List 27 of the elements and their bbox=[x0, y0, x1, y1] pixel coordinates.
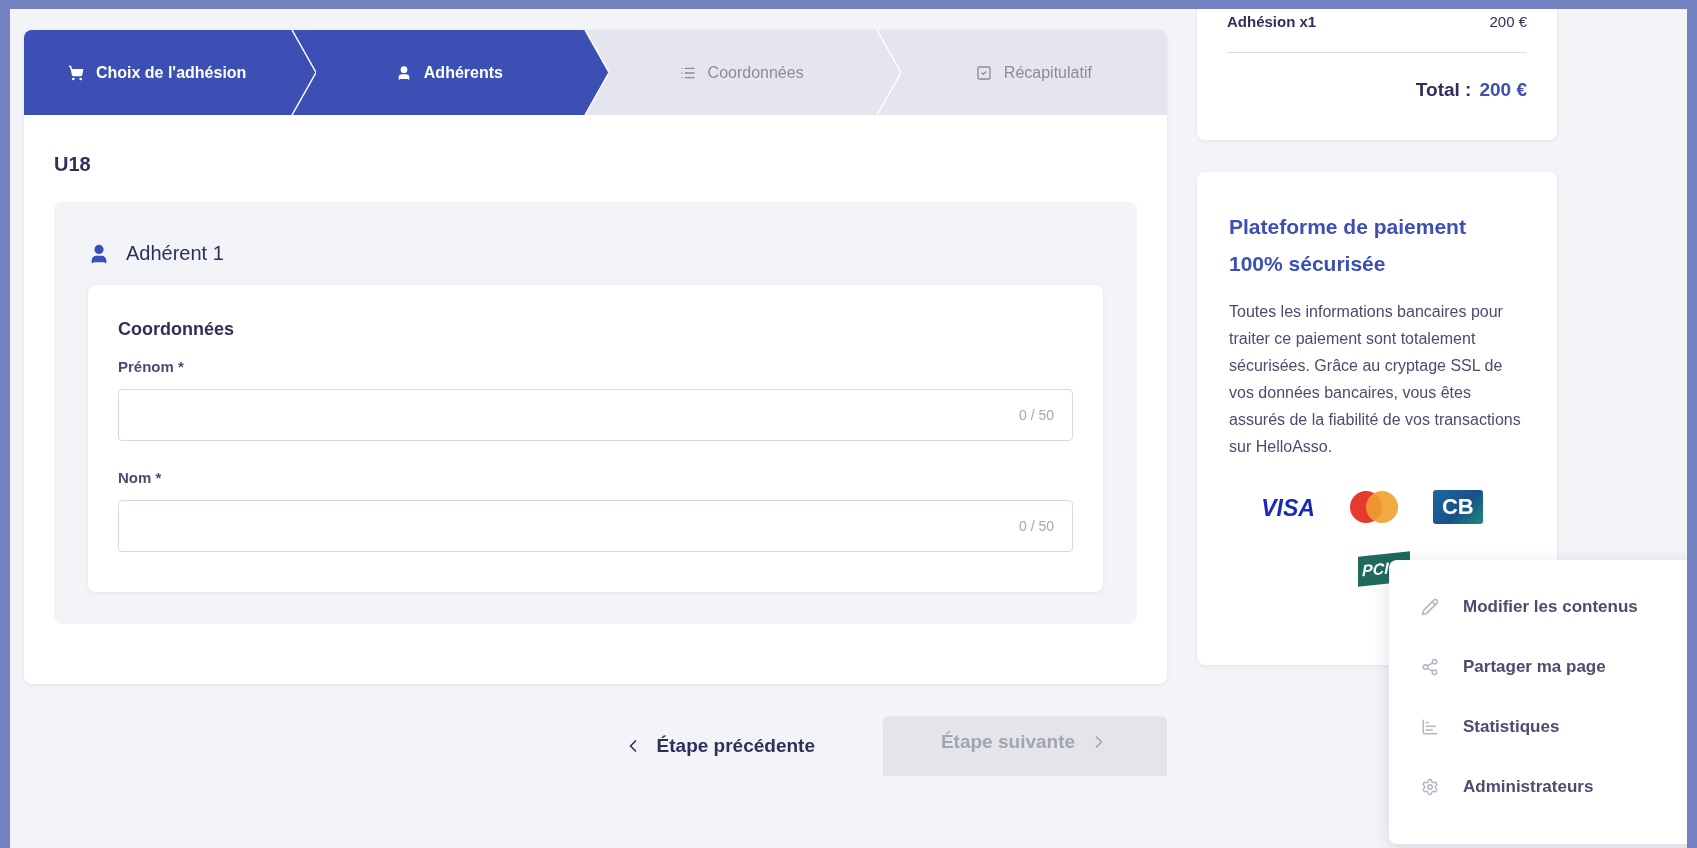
visa-logo: VISA bbox=[1261, 493, 1315, 523]
cart-icon bbox=[67, 64, 84, 81]
total-amount: 200 € bbox=[1479, 79, 1527, 101]
item-price: 200 € bbox=[1489, 13, 1527, 30]
menu-item[interactable]: Statistiques bbox=[1389, 697, 1687, 757]
cb-logo: CB bbox=[1432, 490, 1483, 524]
step-tab[interactable]: Choix de l'adhésion bbox=[24, 30, 291, 115]
security-title: Plateforme de paiement 100% sécurisée bbox=[1229, 214, 1467, 277]
pencil-icon bbox=[1421, 598, 1439, 616]
item-name: Adhésion x1 bbox=[1227, 13, 1317, 30]
char-counter: 0 / 50 bbox=[1018, 407, 1054, 423]
member-title: Adhérent 1 bbox=[126, 242, 224, 265]
previous-step-link[interactable]: Étape précédente bbox=[622, 735, 815, 757]
section-title: Coordonnées bbox=[118, 319, 235, 340]
tier-title: U18 bbox=[54, 153, 92, 176]
menu-item[interactable]: Administrateurs bbox=[1389, 757, 1687, 817]
menu-item[interactable]: Partager ma page bbox=[1389, 637, 1687, 697]
char-counter: 0 / 50 bbox=[1018, 518, 1054, 534]
field-label: Prénom * bbox=[118, 358, 185, 375]
security-text: Toutes les informations bancaires pour traiter ce paiement sont totalement sécurisées. Grâce au cryptage SSL de vos données bancaires, vous êtes assurés de la fiabilité de vos transactions sur HelloAsso. bbox=[1229, 302, 1522, 457]
settings-icon bbox=[1421, 778, 1439, 796]
share-icon bbox=[1421, 658, 1439, 676]
field-label: Nom * bbox=[118, 469, 163, 486]
checkbox-icon bbox=[975, 64, 992, 81]
total-label: Total : bbox=[1415, 79, 1472, 101]
mastercard-logo bbox=[1348, 490, 1399, 524]
chart-icon bbox=[1421, 718, 1439, 736]
